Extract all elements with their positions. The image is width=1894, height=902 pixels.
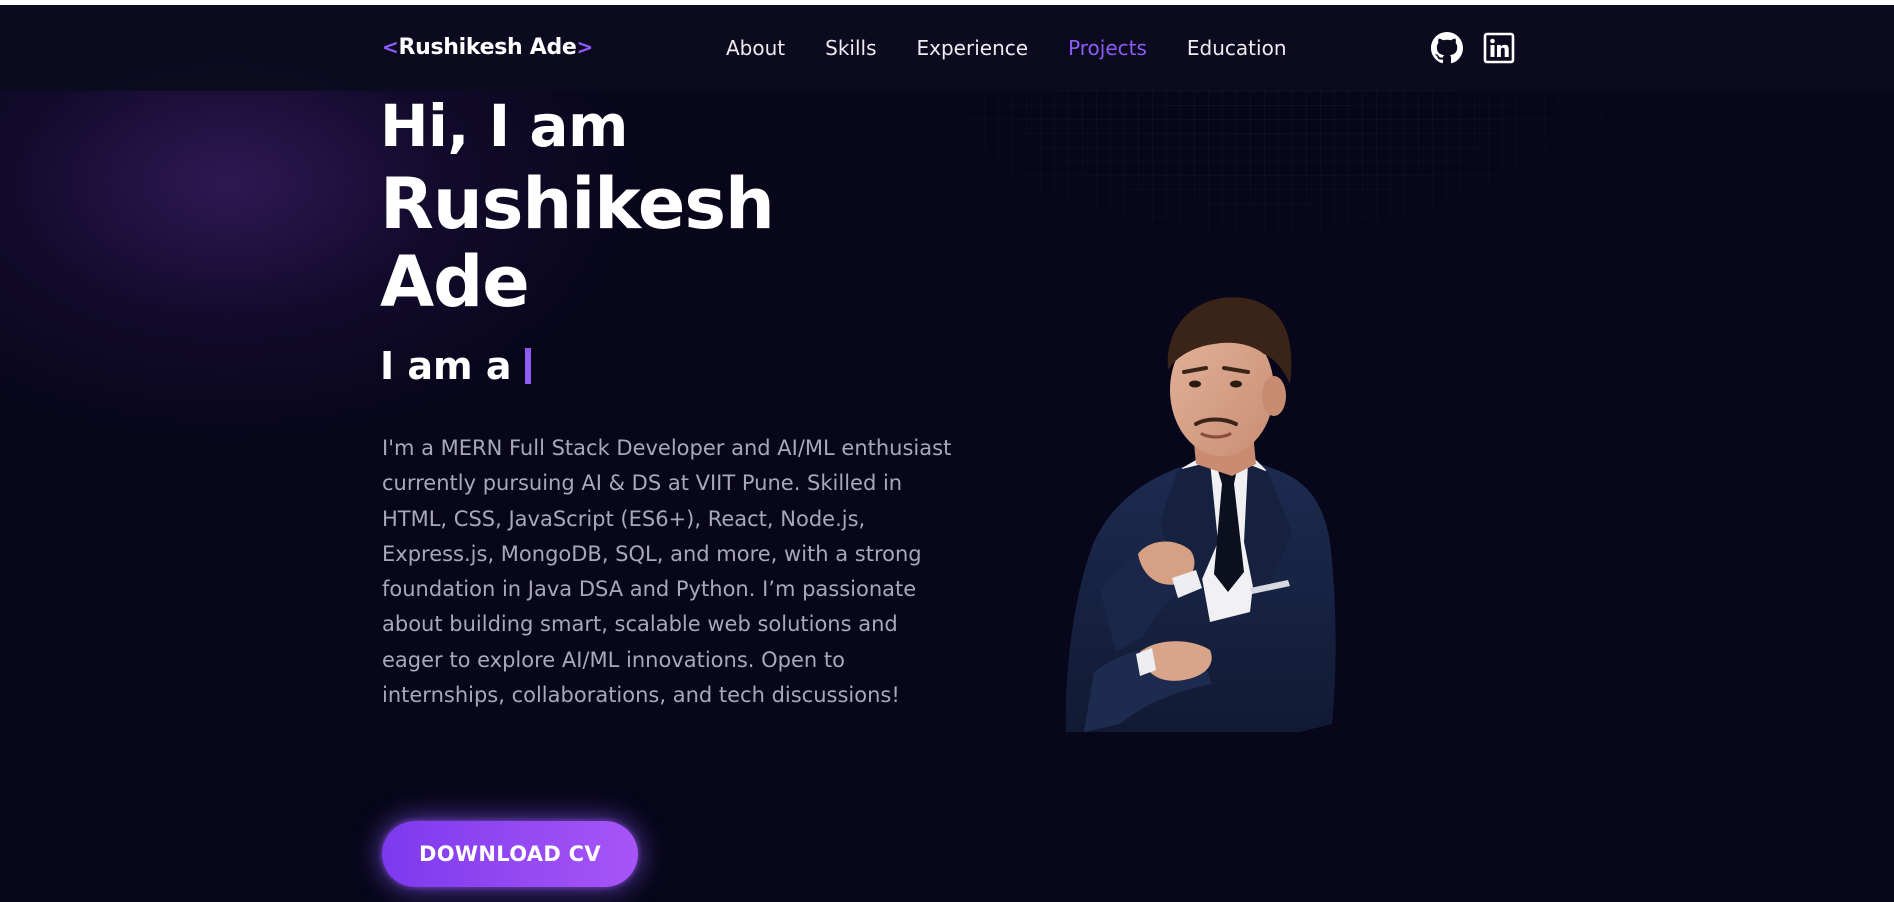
- hero-name: Rushikesh Ade: [380, 165, 840, 321]
- page: <Rushikesh Ade> About Skills Experience …: [0, 5, 1894, 902]
- hero-role: I am a: [380, 343, 532, 389]
- nav-links: About Skills Experience Projects Educati…: [726, 36, 1287, 60]
- logo-close-bracket: >: [576, 35, 594, 59]
- hero-name-first: Rushikesh: [380, 163, 775, 245]
- logo-open-bracket: <: [382, 35, 399, 59]
- site-logo[interactable]: <Rushikesh Ade>: [382, 35, 593, 60]
- download-cv-button[interactable]: DOWNLOAD CV: [382, 821, 638, 887]
- hero-bio: I'm a MERN Full Stack Developer and AI/M…: [382, 436, 952, 708]
- nav-link-skills[interactable]: Skills: [825, 36, 876, 60]
- github-icon[interactable]: [1431, 32, 1463, 64]
- hero-role-prefix: I am a: [380, 344, 512, 388]
- hero-greeting: Hi, I am: [380, 92, 629, 160]
- nav-link-experience[interactable]: Experience: [917, 36, 1029, 60]
- hero-name-last: Ade: [380, 241, 530, 323]
- typing-cursor: [525, 348, 532, 384]
- background-grid: [760, 91, 1760, 321]
- nav-link-education[interactable]: Education: [1187, 36, 1287, 60]
- logo-name: Rushikesh Ade: [398, 35, 577, 60]
- navbar: <Rushikesh Ade> About Skills Experience …: [0, 5, 1894, 91]
- nav-link-projects[interactable]: Projects: [1068, 36, 1147, 60]
- linkedin-icon[interactable]: [1483, 32, 1515, 64]
- nav-link-about[interactable]: About: [726, 36, 785, 60]
- profile-photo: [1065, 297, 1336, 732]
